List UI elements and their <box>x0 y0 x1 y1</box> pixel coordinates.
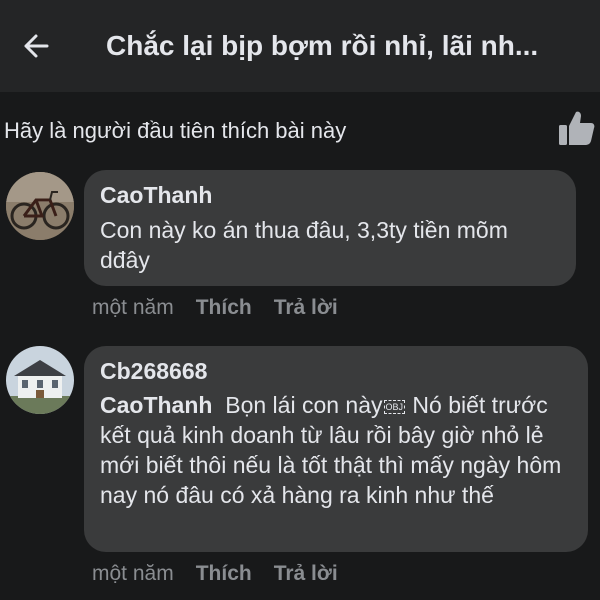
thumbs-up-icon <box>559 111 595 145</box>
avatar-caothanh[interactable] <box>6 172 74 240</box>
bicycle-photo-icon <box>6 172 74 240</box>
mention-link[interactable]: CaoThanh <box>100 392 212 418</box>
reply-comment-button[interactable]: Trả lời <box>274 562 338 586</box>
thumbs-up-button[interactable] <box>557 108 597 148</box>
comment-author[interactable]: Cb268668 <box>100 358 207 385</box>
comment-text: Con này ko án thua đâu, 3,3ty tiền mõm d… <box>100 217 508 273</box>
page-title: Chắc lại bịp bợm rồi nhỉ, lãi nh... <box>106 30 539 61</box>
like-comment-button[interactable]: Thích <box>196 296 252 320</box>
avatar-cb268668[interactable] <box>6 346 74 414</box>
comment-body: CaoThanh Bọn lái con này OBJ Nó biết trướ… <box>100 390 578 510</box>
comment-author[interactable]: CaoThanh <box>100 182 212 209</box>
comment-meta: một năm Thích Trả lời <box>92 296 338 320</box>
comment-text-part1: Bọn lái con này <box>225 392 383 418</box>
house-photo-icon <box>6 346 74 414</box>
back-button[interactable] <box>16 26 56 66</box>
comment-time: một năm <box>92 562 174 585</box>
back-arrow-icon <box>24 34 49 58</box>
likes-prompt: Hãy là người đầu tiên thích bài này <box>4 118 347 143</box>
comment-bubble[interactable]: CaoThanh Con này ko án thua đâu, 3,3ty t… <box>84 170 576 286</box>
like-comment-button[interactable]: Thích <box>196 562 252 586</box>
object-replacement-glyph: OBJ <box>383 399 406 414</box>
comment-bubble[interactable]: Cb268668 CaoThanh Bọn lái con này OBJ Nó … <box>84 346 588 552</box>
comment-meta: một năm Thích Trả lời <box>92 562 338 586</box>
reply-comment-button[interactable]: Trả lời <box>274 296 338 320</box>
comment-time: một năm <box>92 296 174 319</box>
